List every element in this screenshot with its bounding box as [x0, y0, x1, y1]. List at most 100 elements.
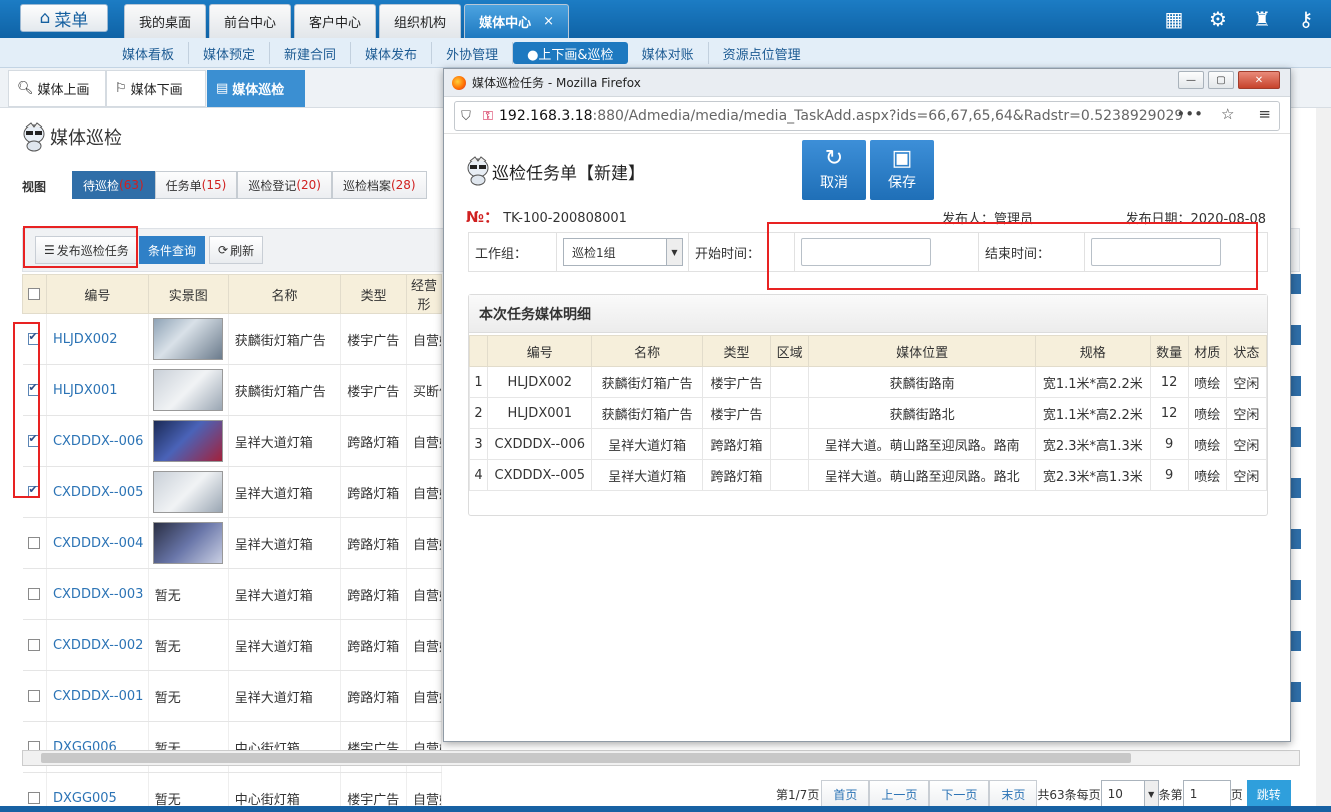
media-name: 呈祥大道灯箱	[228, 670, 342, 722]
subnav-new-contract[interactable]: 新建合同	[270, 42, 352, 64]
table-row[interactable]: CXDDDX--005 呈祥大道灯箱跨路灯箱自营媒	[22, 466, 443, 518]
subnav-reconcile[interactable]: 媒体对账	[628, 42, 709, 64]
media-name: 获麟街灯箱广告	[591, 366, 703, 398]
minimize-button[interactable]: —	[1178, 71, 1204, 89]
spec: 宽1.1米*高2.2米	[1035, 397, 1151, 429]
detail-row[interactable]: 2 HLJDX001 获麟街灯箱广告 楼宇广告 获麟街路北 宽1.1米*高2.2米 12 喷绘…	[468, 397, 1268, 429]
go-button[interactable]: 跳转	[1246, 780, 1291, 808]
chevron-down-icon: ▼	[666, 239, 682, 265]
media-code-link[interactable]: CXDDDX--002	[46, 619, 149, 671]
menu-button[interactable]: ⌂ 菜单	[20, 4, 108, 32]
media-photo[interactable]	[152, 471, 223, 513]
tab-desktop[interactable]: 我的桌面	[124, 4, 207, 38]
tab-media-remove[interactable]: ⚐ 媒体下画	[106, 70, 206, 107]
prev-page-button[interactable]: 上一页	[869, 780, 930, 808]
header-select-all[interactable]	[22, 274, 47, 314]
media-code-link[interactable]: CXDDDX--006	[46, 415, 149, 467]
image-cell: 暂无	[148, 619, 229, 671]
row-checkbox[interactable]	[27, 537, 40, 549]
work-group-select[interactable]: 巡检1组 ▼	[563, 238, 683, 266]
material: 喷绘	[1187, 397, 1227, 429]
condition-query-button[interactable]: 条件查询	[139, 236, 206, 264]
table-row[interactable]: CXDDDX--001暂无呈祥大道灯箱跨路灯箱自营媒	[22, 670, 443, 722]
page-suffix: 页	[1230, 787, 1243, 802]
horizontal-scroll-thumb[interactable]	[41, 753, 1131, 763]
table-row[interactable]: HLJDX002 获麟街灯箱广告楼宇广告自营媒	[22, 313, 443, 365]
row-checkbox[interactable]	[27, 792, 40, 804]
media-code-link[interactable]: HLJDX002	[46, 313, 149, 365]
key-icon[interactable]: ⚷	[1295, 8, 1317, 30]
subnav-media-booking[interactable]: 媒体预定	[189, 42, 271, 64]
media-type: 跨路灯箱	[701, 428, 772, 460]
media-photo[interactable]	[152, 369, 223, 411]
gear-icon[interactable]: ⚙	[1207, 8, 1229, 30]
media-code-link[interactable]: CXDDDX--004	[46, 517, 149, 569]
table-row[interactable]: CXDDDX--002暂无呈祥大道灯箱跨路灯箱自营媒	[22, 619, 443, 671]
detail-row[interactable]: 1 HLJDX002 获麟街灯箱广告 楼宇广告 获麟街路南 宽1.1米*高2.2米 12 喷绘…	[468, 366, 1268, 398]
close-icon[interactable]: ×	[543, 14, 554, 29]
save-button[interactable]: ▣ 保存	[870, 140, 934, 200]
tab-media-center[interactable]: 媒体中心 ×	[464, 4, 569, 38]
hamburger-menu-icon[interactable]: ≡	[1258, 105, 1271, 123]
detail-row[interactable]: 3 CXDDDX--006 呈祥大道灯箱 跨路灯箱 呈祥大道。萌山路至迎凤路。路南 宽2.…	[468, 428, 1268, 460]
subnav-media-publish[interactable]: 媒体发布	[351, 42, 433, 64]
image-cell	[148, 313, 229, 365]
view-tab-pending[interactable]: 待巡检 (63)	[72, 171, 155, 199]
view-tabs: 待巡检 (63) 任务单 (15) 巡检登记 (20) 巡检档案 (28)	[72, 171, 427, 199]
view-tab-archive[interactable]: 巡检档案 (28)	[331, 171, 427, 199]
tab-front-center[interactable]: 前台中心	[209, 4, 292, 38]
more-icon[interactable]: •••	[1176, 105, 1203, 123]
media-name: 呈祥大道灯箱	[591, 459, 703, 491]
detail-row[interactable]: 4 CXDDDX--005 呈祥大道灯箱 跨路灯箱 呈祥大道。萌山路至迎凤路。路北 宽2.…	[468, 459, 1268, 491]
right-action-strip	[1291, 274, 1301, 733]
number-label: №：	[466, 208, 500, 226]
subnav-media-board[interactable]: 媒体看板	[108, 42, 190, 64]
tab-organization[interactable]: 组织机构	[379, 4, 462, 38]
row-checkbox[interactable]	[27, 639, 40, 651]
row-checkbox[interactable]	[27, 588, 40, 600]
maximize-button[interactable]: ▢	[1208, 71, 1234, 89]
detail-header-code: 编号	[487, 335, 593, 367]
window-close-button[interactable]: ✕	[1238, 71, 1280, 89]
vertical-scrollbar[interactable]	[1316, 108, 1331, 808]
bookmark-star-icon[interactable]: ☆	[1221, 105, 1234, 123]
tab-media-install[interactable]: 🔍︎ 媒体上画	[8, 70, 106, 107]
view-tab-register[interactable]: 巡检登记 (20)	[237, 171, 332, 199]
tab-media-inspect[interactable]: ▤ 媒体巡检	[207, 70, 305, 107]
select-all-checkbox[interactable]	[28, 288, 41, 300]
tab-customer-center[interactable]: 客户中心	[294, 4, 377, 38]
media-code-link[interactable]: CXDDDX--003	[46, 568, 149, 620]
page-number-input[interactable]: 1	[1182, 780, 1231, 808]
subnav-outsource[interactable]: 外协管理	[432, 42, 514, 64]
grid-icon[interactable]: ▦	[1163, 8, 1185, 30]
row-checkbox[interactable]	[27, 690, 40, 702]
last-page-button[interactable]: 末页	[989, 780, 1038, 808]
page-size-select[interactable]: 10 ▼	[1100, 780, 1159, 808]
header-type: 类型	[340, 274, 407, 314]
url-bar[interactable]: ⛉ ⚿ 192.168.3.18:880/Admedia/media/media…	[454, 101, 1280, 131]
media-code-link[interactable]: CXDDDX--001	[46, 670, 149, 722]
status: 空闲	[1225, 459, 1268, 491]
subnav-resource-points[interactable]: 资源点位管理	[709, 42, 815, 64]
quantity: 12	[1149, 397, 1189, 429]
media-location: 获麟街路南	[808, 366, 1037, 398]
view-tab-task-list[interactable]: 任务单 (15)	[154, 171, 238, 199]
table-row[interactable]: HLJDX001 获麟街灯箱广告楼宇广告买断价	[22, 364, 443, 416]
refresh-button[interactable]: ⟳ 刷新	[209, 236, 264, 264]
cancel-button[interactable]: ↻ 取消	[802, 140, 866, 200]
media-photo[interactable]	[152, 420, 223, 462]
first-page-button[interactable]: 首页	[821, 780, 870, 808]
media-code-link[interactable]: CXDDDX--005	[46, 466, 149, 518]
table-row[interactable]: CXDDDX--004 呈祥大道灯箱跨路灯箱自营媒	[22, 517, 443, 569]
media-code-link[interactable]: HLJDX001	[46, 364, 149, 416]
horizontal-scrollbar[interactable]	[22, 750, 1300, 766]
media-photo[interactable]	[152, 522, 223, 564]
media-photo[interactable]	[152, 318, 223, 360]
media-type: 跨路灯箱	[340, 670, 407, 722]
table-row[interactable]: CXDDDX--006 呈祥大道灯箱跨路灯箱自营媒	[22, 415, 443, 467]
table-row[interactable]: CXDDDX--003暂无呈祥大道灯箱跨路灯箱自营媒	[22, 568, 443, 620]
next-page-button[interactable]: 下一页	[929, 780, 990, 808]
shirt-icon[interactable]: ♜	[1251, 8, 1273, 30]
subnav-install-inspect[interactable]: ●上下画&巡检	[513, 42, 628, 64]
spec: 宽2.3米*高1.3米	[1035, 428, 1151, 460]
